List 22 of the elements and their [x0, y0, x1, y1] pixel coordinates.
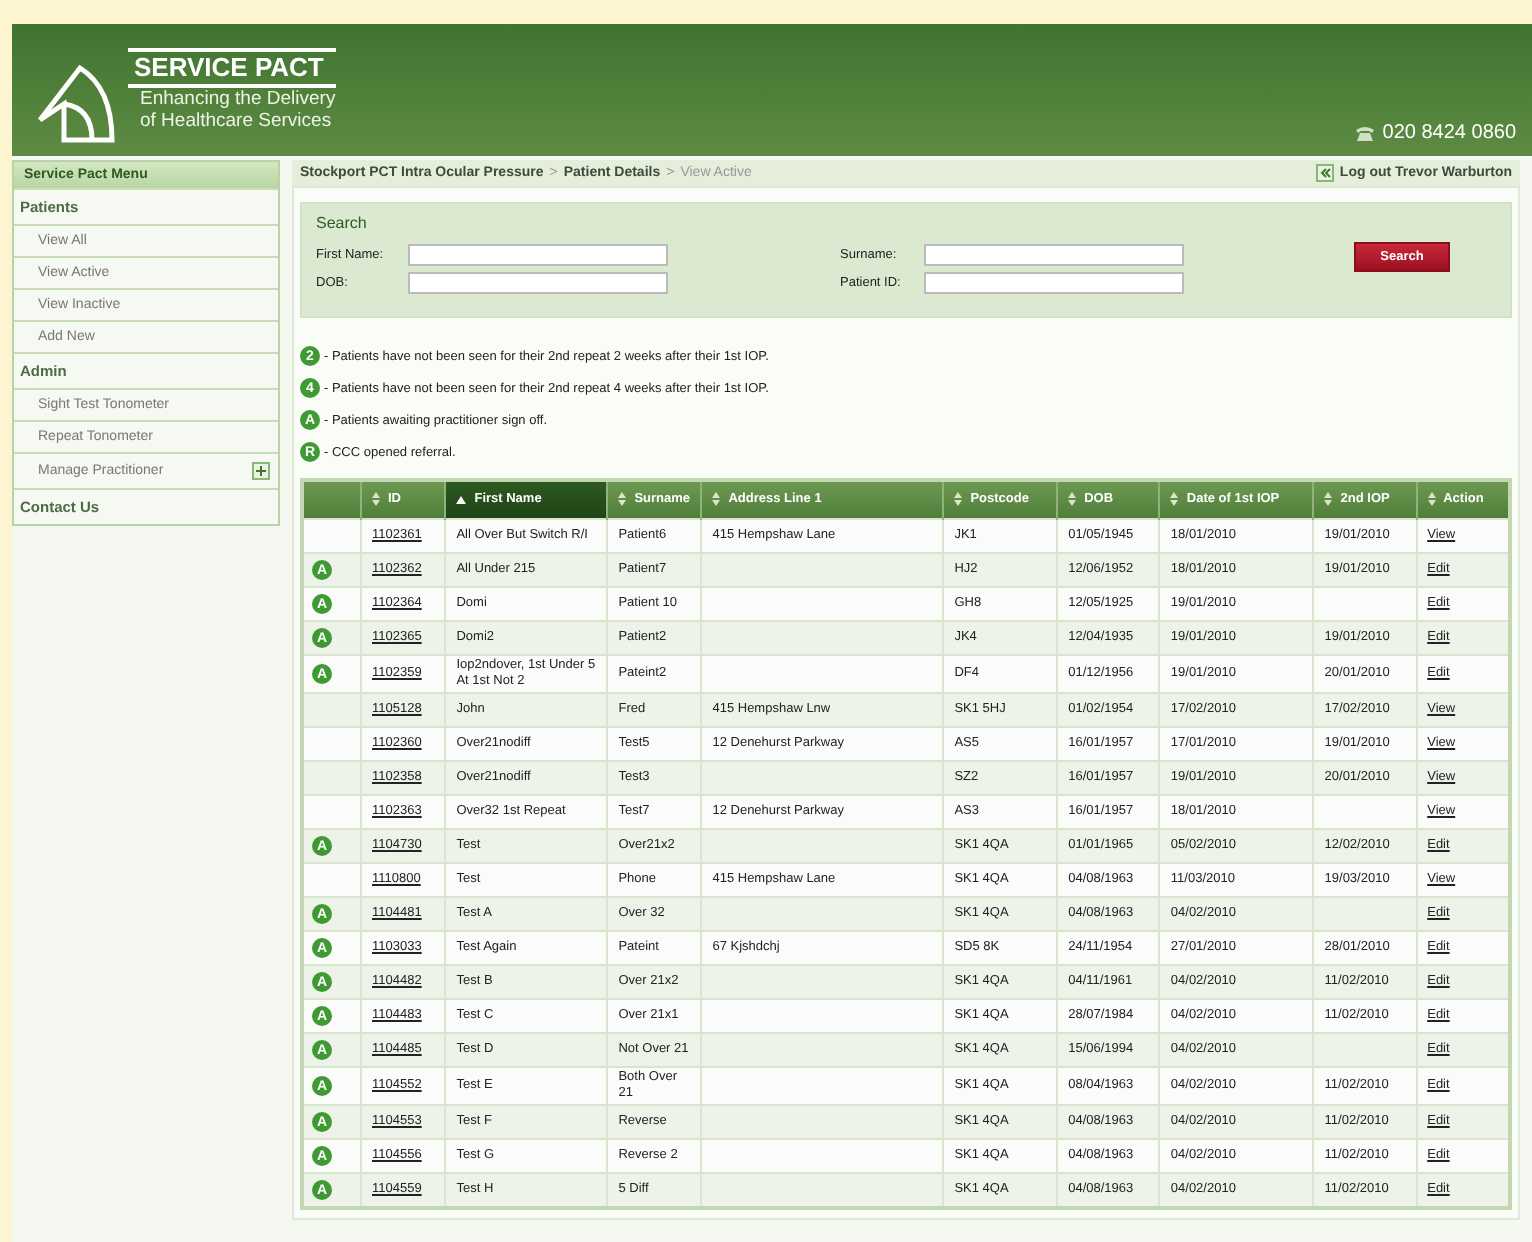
phone-number: 020 8424 0860	[1382, 122, 1516, 144]
sort-icon	[618, 491, 627, 505]
sort-icon	[372, 491, 380, 505]
sort-icon	[1324, 491, 1333, 505]
sort-ascending-icon	[456, 495, 467, 504]
input-field[interactable]	[408, 244, 668, 266]
tagline: Enhancing the Delivery	[138, 88, 336, 110]
search-title: Search	[316, 214, 369, 232]
brand-name: SERVICE PACT	[128, 48, 336, 88]
plus-icon[interactable]	[252, 462, 270, 480]
phone-icon	[1354, 124, 1377, 142]
tagline: of Healthcare Services	[138, 110, 334, 132]
sort-icon	[1170, 491, 1179, 505]
input-field[interactable]	[924, 272, 1184, 294]
sort-icon	[1068, 491, 1077, 505]
sort-icon	[954, 491, 963, 505]
input-field[interactable]	[924, 244, 1184, 266]
logo-icon	[32, 60, 120, 148]
back-icon[interactable]	[1315, 164, 1334, 182]
sort-icon	[1427, 491, 1436, 505]
sort-icon	[712, 491, 721, 505]
input-field[interactable]	[408, 272, 668, 294]
